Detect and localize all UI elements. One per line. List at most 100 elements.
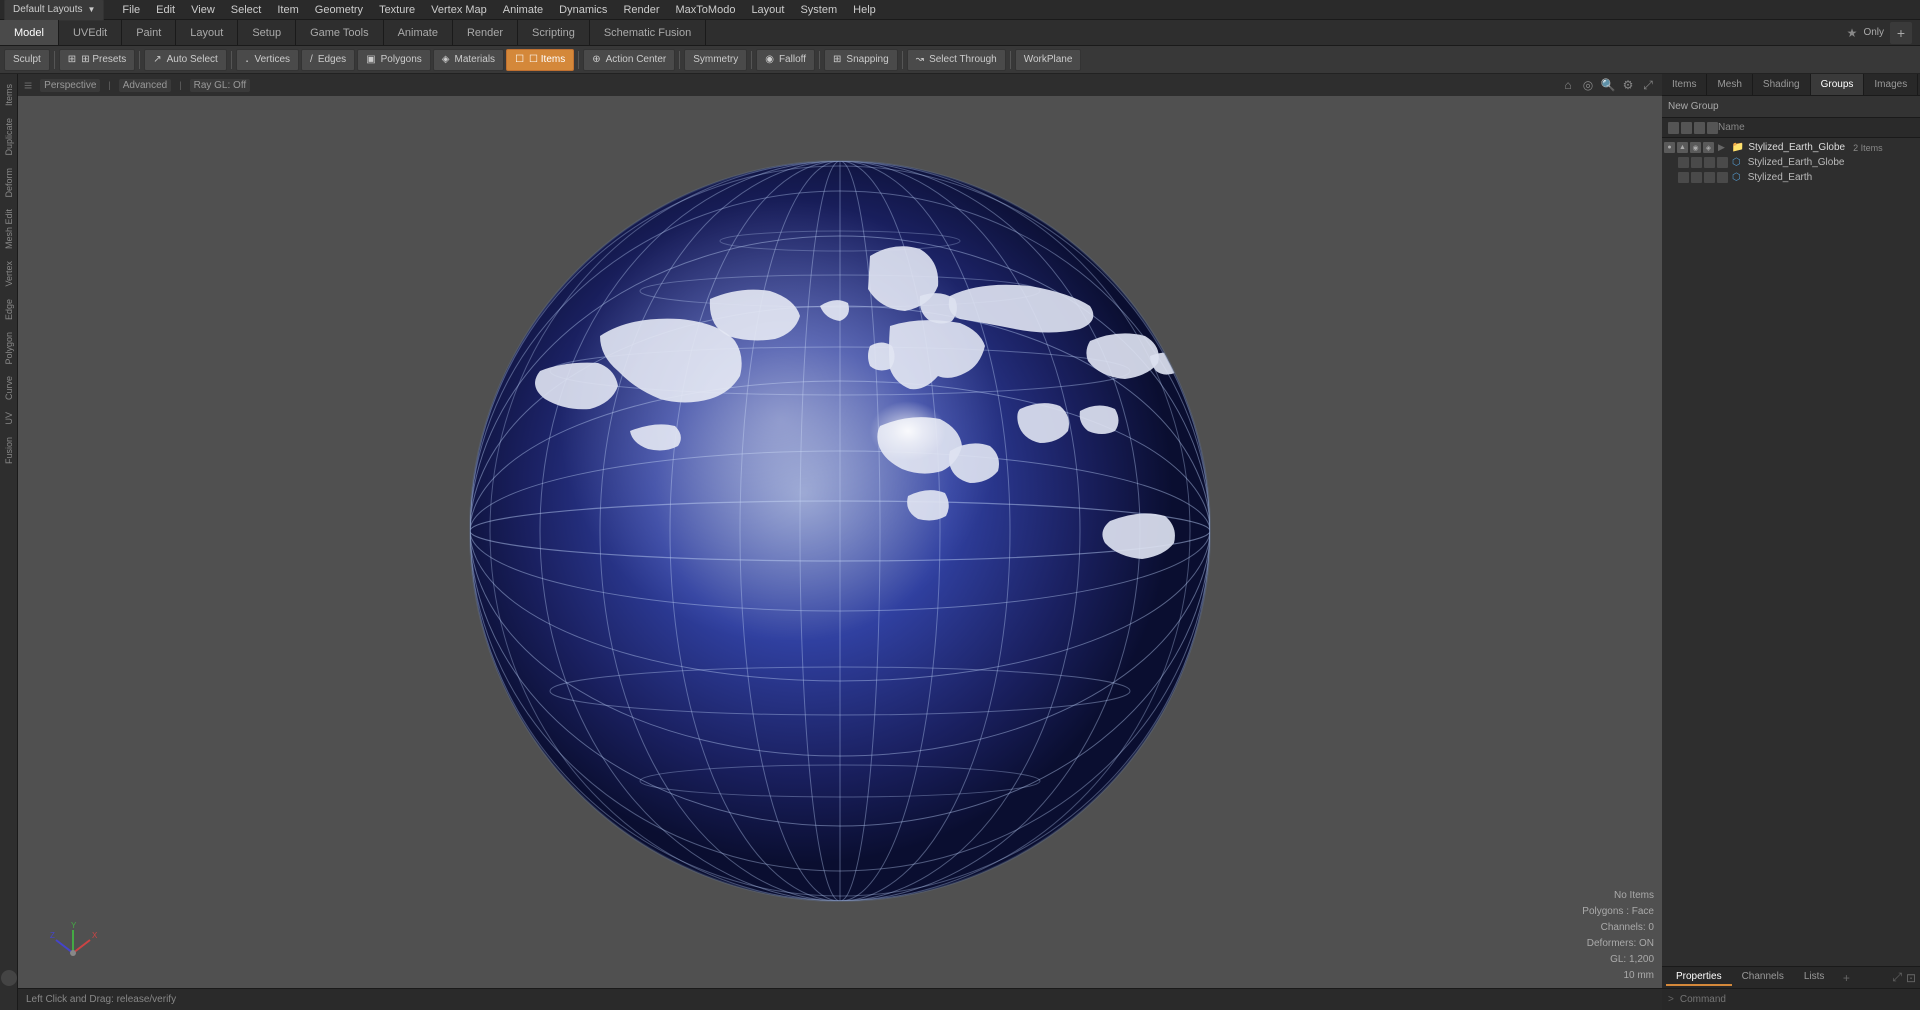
sculpt-button[interactable]: Sculpt — [4, 49, 50, 71]
tree-items-container: ⬡ Stylized_Earth_Globe ⬡ Stylized_Earth — [1662, 155, 1920, 185]
right-panel-tab-images[interactable]: Images — [1864, 74, 1918, 95]
polygons-button[interactable]: ▣Polygons — [357, 49, 431, 71]
layout-dropdown[interactable]: Default Layouts ▼ — [4, 0, 104, 21]
star-icon: ★ — [1847, 26, 1858, 40]
sidebar-bottom-icon[interactable] — [1, 970, 17, 986]
right-panel-tab-items[interactable]: Items — [1662, 74, 1707, 95]
bottom-tab-properties[interactable]: Properties — [1666, 969, 1732, 986]
menu-item-item[interactable]: Item — [269, 2, 306, 18]
bottom-tab-lists[interactable]: Lists — [1794, 969, 1835, 986]
mode-tab-layout[interactable]: Layout — [176, 20, 238, 45]
snapping-button[interactable]: ⊞Snapping — [824, 49, 898, 71]
menu-item-layout[interactable]: Layout — [743, 2, 792, 18]
column-name-label: Name — [1718, 122, 1914, 133]
separator — [679, 51, 680, 69]
falloff-button[interactable]: ◉Falloff — [756, 49, 815, 71]
tree-item-1[interactable]: ⬡ Stylized_Earth — [1662, 170, 1920, 185]
symmetry-button[interactable]: Symmetry — [684, 49, 747, 71]
menu-item-geometry[interactable]: Geometry — [307, 2, 371, 18]
globe-svg — [450, 141, 1230, 921]
viewport-icon-home[interactable]: ⌂ — [1560, 77, 1576, 93]
tree-item-0[interactable]: ⬡ Stylized_Earth_Globe — [1662, 155, 1920, 170]
viewport-icon-settings[interactable]: ⚙ — [1620, 77, 1636, 93]
menu-item-edit[interactable]: Edit — [148, 2, 183, 18]
group-icon-4[interactable]: ◈ — [1703, 142, 1714, 153]
group-icon-3[interactable]: ◉ — [1690, 142, 1701, 153]
menu-item-maxtomodo[interactable]: MaxToModo — [668, 2, 744, 18]
mode-tab-paint[interactable]: Paint — [122, 20, 176, 45]
viewport-icon-search[interactable]: 🔍 — [1600, 77, 1616, 93]
menu-item-texture[interactable]: Texture — [371, 2, 423, 18]
menu-item-file[interactable]: File — [114, 2, 148, 18]
vertices-button[interactable]: ·Vertices — [236, 49, 299, 71]
mode-tab-uvedit[interactable]: UVEdit — [59, 20, 122, 45]
action-center-button[interactable]: ⊕Action Center — [583, 49, 675, 71]
header-icon-1 — [1668, 122, 1679, 134]
mode-tab-scripting[interactable]: Scripting — [518, 20, 590, 45]
menu-item-system[interactable]: System — [792, 2, 845, 18]
sidebar-item-uv[interactable]: UV — [2, 406, 16, 431]
item-icon-2 — [1691, 157, 1702, 168]
mode-tab-setup[interactable]: Setup — [238, 20, 296, 45]
menu-item-select[interactable]: Select — [223, 2, 270, 18]
right-panel-header: New Group — [1662, 96, 1920, 118]
sidebar-item-edge[interactable]: Edge — [2, 293, 16, 326]
render-mode-button[interactable]: Ray GL: Off — [190, 79, 251, 92]
separator — [578, 51, 579, 69]
perspective-button[interactable]: Perspective — [40, 79, 100, 92]
sidebar-item-polygon[interactable]: Polygon — [2, 326, 16, 371]
bottom-tab-channels[interactable]: Channels — [1732, 969, 1794, 986]
right-panel-tab-shading[interactable]: Shading — [1753, 74, 1811, 95]
viewport[interactable]: ≡ Perspective | Advanced | Ray GL: Off ⌂… — [18, 74, 1662, 988]
group-lock-icon[interactable]: ▲ — [1677, 142, 1688, 153]
item-name-1: Stylized_Earth — [1748, 172, 1812, 183]
mode-tab-schematic-fusion[interactable]: Schematic Fusion — [590, 20, 706, 45]
mode-tab-animate[interactable]: Animate — [384, 20, 453, 45]
add-tab-button[interactable]: + — [1890, 22, 1912, 44]
right-panel-tab-groups[interactable]: Groups — [1811, 74, 1865, 95]
panel-expand-icon[interactable]: ⤢ — [1892, 970, 1902, 985]
menu-item-help[interactable]: Help — [845, 2, 884, 18]
viewport-icon-expand[interactable]: ⤢ — [1640, 77, 1656, 93]
sidebar-item-mesh-edit[interactable]: Mesh Edit — [2, 203, 16, 255]
item-name-0: Stylized_Earth_Globe — [1748, 157, 1845, 168]
add-panel-tab-button[interactable]: + — [1838, 970, 1854, 986]
mode-tab-model[interactable]: Model — [0, 20, 59, 45]
separator — [231, 51, 232, 69]
command-input[interactable] — [1680, 994, 1914, 1005]
select-through-button[interactable]: ↝Select Through — [907, 49, 1006, 71]
presets-button[interactable]: ⊞⊞ Presets — [59, 49, 135, 71]
items-list-header: Name — [1662, 118, 1920, 138]
sidebar-item-items[interactable]: Items — [2, 78, 16, 112]
viewport-icon-camera[interactable]: ◎ — [1580, 77, 1596, 93]
sidebar-item-duplicate[interactable]: Duplicate — [2, 112, 16, 162]
auto-select-button[interactable]: ↗Auto Select — [144, 49, 227, 71]
mode-tab-render[interactable]: Render — [453, 20, 518, 45]
sidebar-item-vertex[interactable]: Vertex — [2, 255, 16, 293]
group-eye-icon[interactable]: ● — [1664, 142, 1675, 153]
tree-group-row[interactable]: ● ▲ ◉ ◈ ▶ 📁 Stylized_Earth_Globe 2 Items — [1662, 140, 1920, 155]
sidebar-item-deform[interactable]: Deform — [2, 162, 16, 204]
work-plane-button[interactable]: WorkPlane — [1015, 49, 1082, 71]
viewport-menu-icon[interactable]: ≡ — [24, 77, 32, 93]
item-mesh-icon-0: ⬡ — [1732, 157, 1741, 168]
sidebar-item-curve[interactable]: Curve — [2, 370, 16, 406]
separator — [819, 51, 820, 69]
items-tree[interactable]: ● ▲ ◉ ◈ ▶ 📁 Stylized_Earth_Globe 2 Items… — [1662, 138, 1920, 966]
style-button[interactable]: Advanced — [119, 79, 171, 92]
menu-item-vertex-map[interactable]: Vertex Map — [423, 2, 495, 18]
right-panel-tab-mesh[interactable]: Mesh — [1707, 74, 1752, 95]
items-button[interactable]: ☐☐ Items — [506, 49, 574, 71]
header-icon-2 — [1681, 122, 1692, 134]
mode-tab-game-tools[interactable]: Game Tools — [296, 20, 384, 45]
sidebar-item-fusion[interactable]: Fusion — [2, 431, 16, 470]
panel-icon-2[interactable]: ⊡ — [1906, 971, 1916, 985]
menu-item-render[interactable]: Render — [615, 2, 667, 18]
svg-text:Z: Z — [50, 931, 55, 940]
menu-item-view[interactable]: View — [183, 2, 223, 18]
edges-button[interactable]: /Edges — [301, 49, 355, 71]
menu-item-dynamics[interactable]: Dynamics — [551, 2, 615, 18]
group-row-icons: ● ▲ ◉ ◈ — [1664, 142, 1714, 153]
materials-button[interactable]: ◈Materials — [433, 49, 504, 71]
menu-item-animate[interactable]: Animate — [495, 2, 551, 18]
